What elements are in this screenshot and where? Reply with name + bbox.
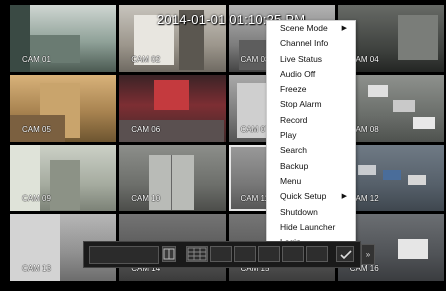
launcher-button[interactable] <box>306 246 328 262</box>
menu-item-label: Scene Mode <box>280 23 328 33</box>
cam-scene <box>357 164 376 175</box>
menu-item-label: Live Status <box>280 53 323 64</box>
split-view-icon[interactable] <box>162 246 176 262</box>
layout-16-icon[interactable] <box>258 246 280 262</box>
chevron-right-double-icon: » <box>365 250 371 259</box>
camera-label: CAM 02 <box>131 54 161 64</box>
camera-label: CAM 09 <box>22 194 51 204</box>
launcher-date-field[interactable] <box>89 246 159 264</box>
cam-scene <box>392 99 415 112</box>
menu-item-play[interactable]: Play <box>267 128 355 143</box>
submenu-arrow-icon: ▶ <box>341 193 347 201</box>
menu-item-hide-launcher[interactable]: Hide Launcher <box>267 220 355 235</box>
layout-4-icon[interactable] <box>210 246 232 262</box>
menu-item-label: Hide Launcher <box>280 221 336 232</box>
camera-label: CAM 11 <box>240 194 269 204</box>
menu-item-freeze[interactable]: Freeze <box>267 82 355 97</box>
menu-item-audio-off[interactable]: Audio Off <box>267 67 355 82</box>
cam-scene <box>382 169 401 180</box>
menu-item-label: Audio Off <box>280 68 316 79</box>
check-button[interactable] <box>336 246 354 262</box>
cam-scene <box>397 15 438 60</box>
context-menu: Scene Mode ▶ Channel Info Live Status Au… <box>266 20 356 252</box>
menu-item-search[interactable]: Search <box>267 143 355 158</box>
cam-scene <box>50 159 80 210</box>
camera-label: CAM 06 <box>131 124 161 134</box>
menu-item-label: Backup <box>280 160 309 171</box>
grid-icon <box>187 247 207 261</box>
menu-item-quick-setup[interactable]: Quick Setup ▶ <box>267 189 355 204</box>
menu-item-label: Menu <box>280 175 302 186</box>
camera-tile-05[interactable]: CAM 05 <box>10 74 117 142</box>
cam-scene <box>367 84 388 97</box>
menu-item-label: Shutdown <box>280 206 318 217</box>
check-icon <box>340 250 352 260</box>
split-view-icon <box>163 248 175 260</box>
camera-label: CAM 05 <box>22 124 51 134</box>
camera-grid: CAM 01 CAM 02 CAM 03 CAM 04 CAM 05 CAM 0… <box>10 5 444 281</box>
camera-label: CAM 13 <box>22 264 51 273</box>
cam-scene <box>407 174 426 185</box>
cam-scene <box>154 79 190 110</box>
menu-item-label: Record <box>280 114 308 125</box>
menu-item-backup[interactable]: Backup <box>267 159 355 174</box>
camera-tile-01[interactable]: CAM 01 <box>10 5 117 72</box>
camera-label: CAM 01 <box>22 54 51 64</box>
layout-1-icon[interactable] <box>186 246 208 262</box>
cam-scene <box>171 154 173 210</box>
menu-item-scene-mode[interactable]: Scene Mode ▶ <box>267 21 355 36</box>
menu-item-label: Search <box>280 145 307 156</box>
menu-item-label: Quick Setup <box>280 191 327 202</box>
menu-item-live-status[interactable]: Live Status <box>267 52 355 67</box>
menu-item-record[interactable]: Record <box>267 113 355 128</box>
menu-item-shutdown[interactable]: Shutdown <box>267 205 355 220</box>
cam-scene <box>412 116 435 129</box>
menu-item-stop-alarm[interactable]: Stop Alarm <box>267 97 355 112</box>
dvr-screen: CAM 01 CAM 02 CAM 03 CAM 04 CAM 05 CAM 0… <box>0 0 446 291</box>
submenu-arrow-icon: ▶ <box>341 25 347 32</box>
menu-item-label: Play <box>280 130 297 141</box>
launcher-button[interactable] <box>282 246 304 262</box>
camera-tile-06[interactable]: CAM 06 <box>119 74 226 142</box>
menu-item-label: Stop Alarm <box>280 99 322 110</box>
cam-scene <box>397 239 428 260</box>
menu-item-label: Channel Info <box>280 38 329 49</box>
launcher-bar <box>83 241 361 268</box>
camera-tile-10[interactable]: CAM 10 <box>119 144 226 212</box>
menu-item-label: Freeze <box>280 84 307 95</box>
launcher-toggle-button[interactable]: » <box>361 244 375 265</box>
layout-9-icon[interactable] <box>234 246 256 262</box>
menu-item-menu[interactable]: Menu <box>267 174 355 189</box>
menu-item-channel-info[interactable]: Channel Info <box>267 36 355 51</box>
camera-tile-09[interactable]: CAM 09 <box>10 144 117 212</box>
camera-label: CAM 10 <box>131 194 161 204</box>
